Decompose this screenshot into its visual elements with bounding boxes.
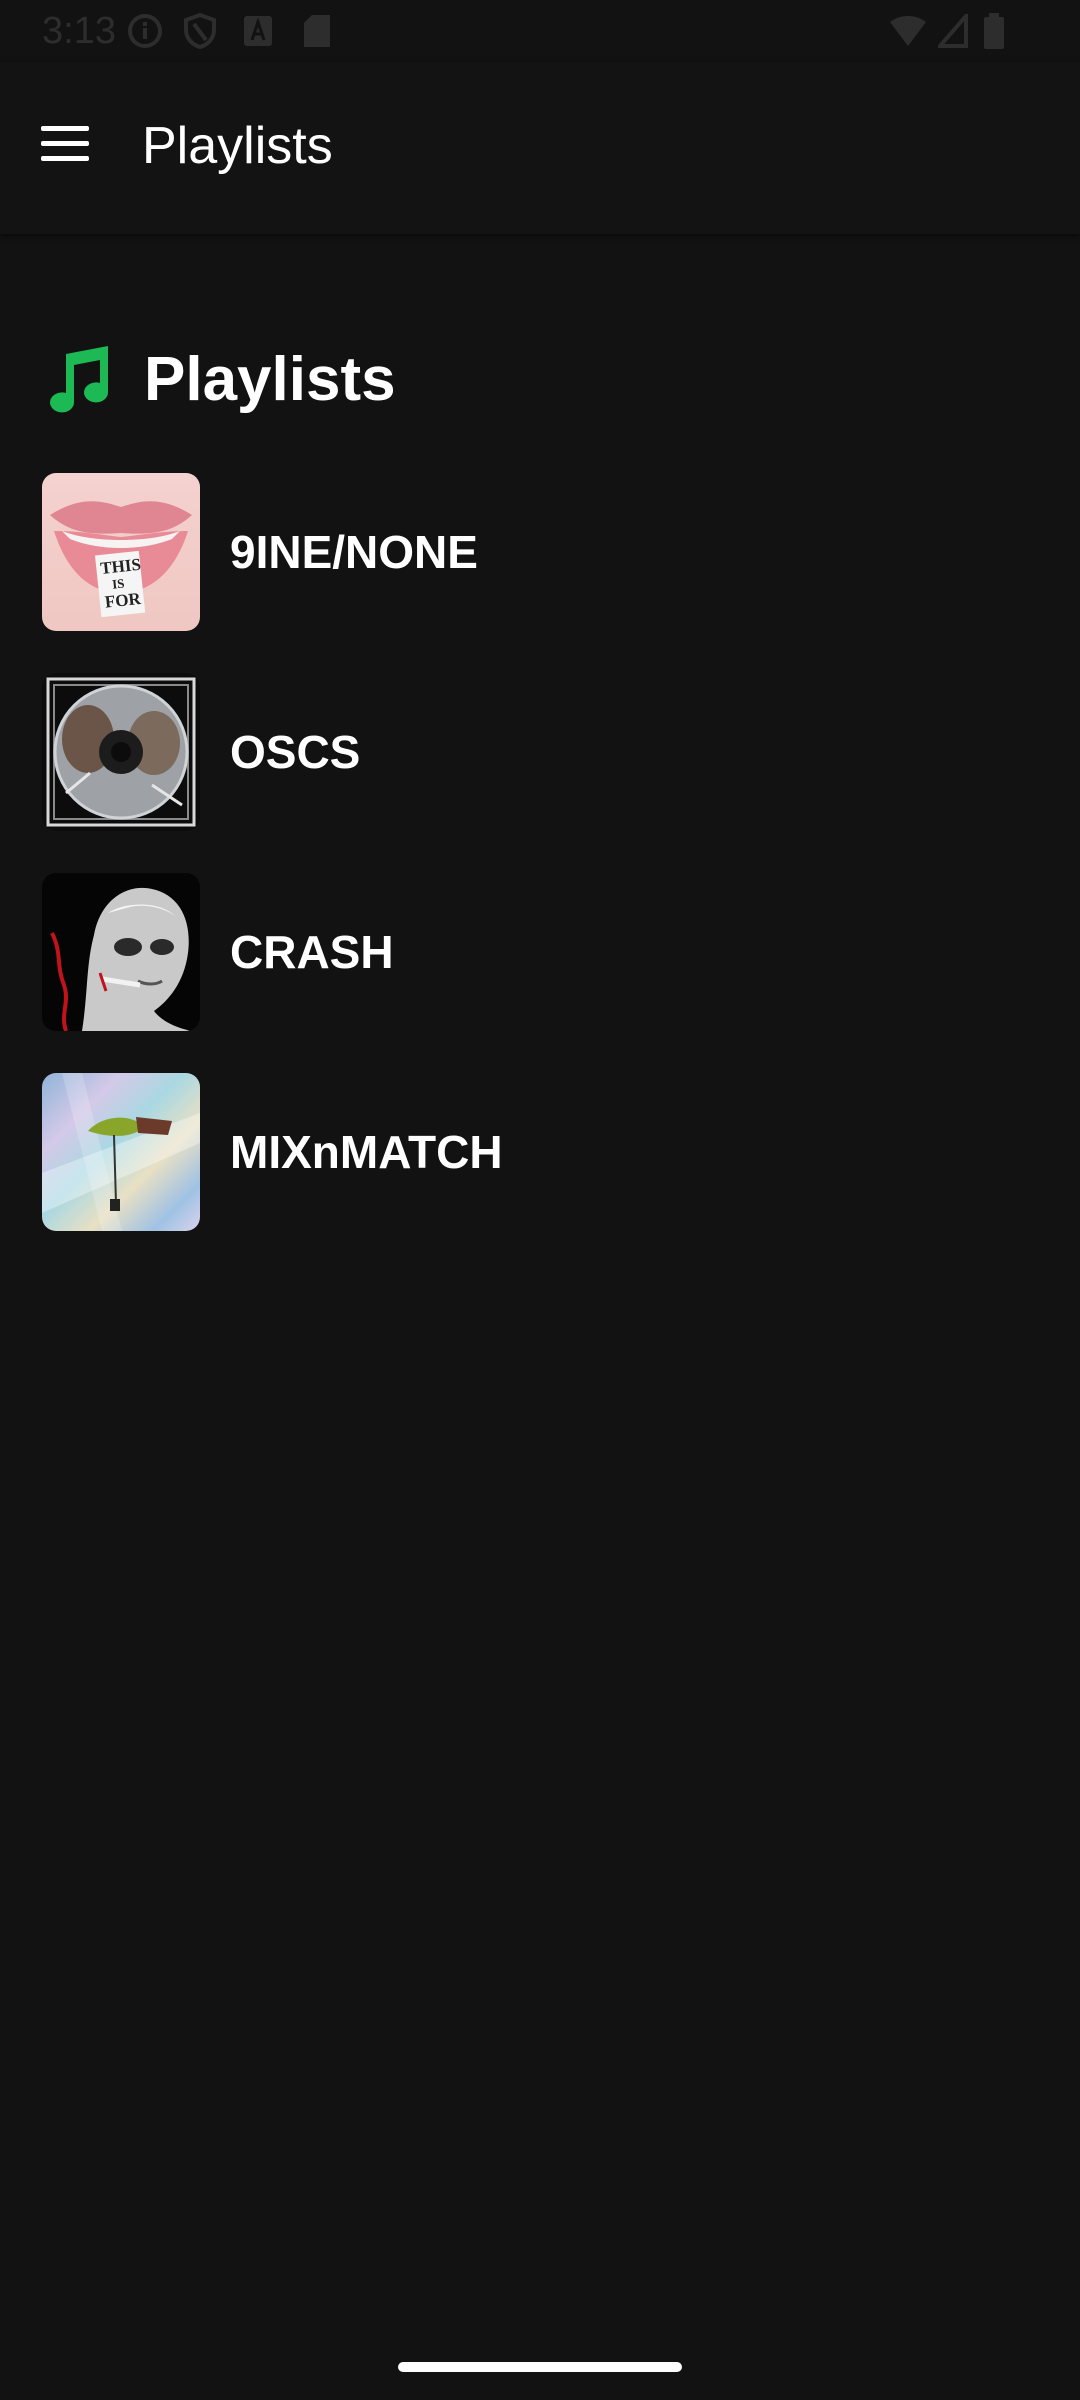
playlist-item-mixnmatch[interactable]: MIXnMATCH	[0, 1072, 1080, 1232]
status-time: 3:13	[42, 10, 116, 52]
playlist-name: CRASH	[230, 926, 394, 978]
shield-icon	[184, 12, 216, 50]
section-header: Playlists	[44, 340, 396, 420]
hamburger-menu-icon[interactable]	[36, 114, 94, 172]
playlist-item-9ine-none[interactable]: THIS IS FOR 9INE/NONE	[0, 472, 1080, 632]
playlist-name: 9INE/NONE	[230, 526, 478, 578]
playlist-item-crash[interactable]: CRASH	[0, 872, 1080, 1032]
app-bar: Playlists	[0, 62, 1080, 234]
sd-card-icon	[304, 15, 330, 47]
app-title: Playlists	[142, 117, 333, 175]
cover-art-chrome-face	[42, 873, 200, 1031]
playlist-name: OSCS	[230, 726, 361, 778]
cover-text-is: IS	[111, 576, 125, 592]
cell-signal-icon	[938, 14, 968, 48]
playlist-name: MIXnMATCH	[230, 1126, 503, 1178]
cover-art-cd	[42, 673, 200, 831]
playlist-cover: THIS IS FOR	[42, 473, 200, 631]
cover-art-holographic	[42, 1073, 200, 1231]
playlist-cover	[42, 1073, 200, 1231]
cover-art-lips: THIS IS FOR	[42, 473, 200, 631]
font-a-icon	[244, 16, 272, 46]
battery-icon	[984, 13, 1004, 49]
wifi-icon	[890, 16, 926, 46]
status-bar: 3:13	[0, 0, 1080, 62]
playlist-item-oscs[interactable]: OSCS	[0, 672, 1080, 832]
info-icon	[128, 14, 162, 48]
playlist-cover	[42, 873, 200, 1031]
cover-text-for: FOR	[104, 589, 142, 612]
playlist-cover	[42, 673, 200, 831]
screen: 3:13 Playlists Playlists THIS IS FOR 9IN…	[0, 0, 1080, 2400]
music-note-icon	[50, 346, 109, 413]
section-title: Playlists	[144, 345, 396, 414]
gesture-nav-handle[interactable]	[398, 2362, 682, 2372]
